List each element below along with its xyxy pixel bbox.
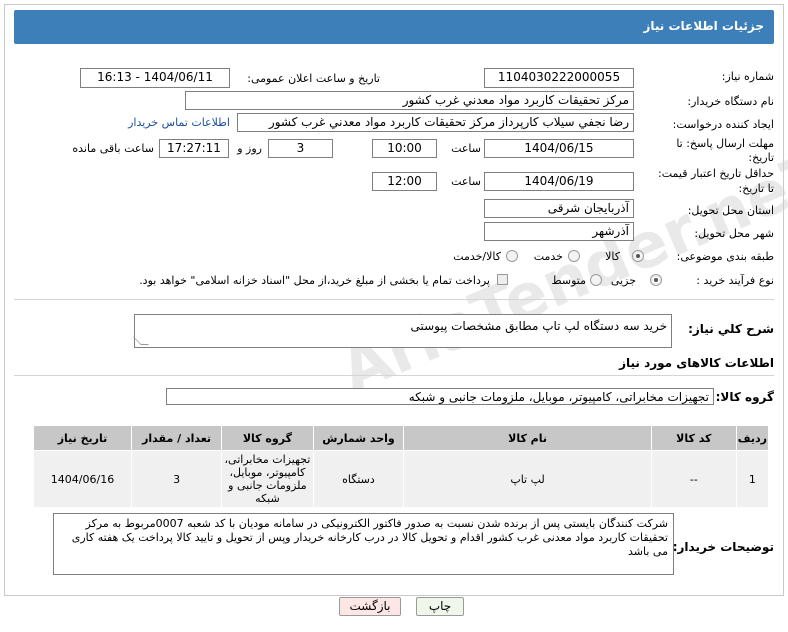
back-button[interactable]: بازگشت (339, 597, 401, 616)
goods-section-title: اطلاعات کالاهای مورد نیاز (619, 356, 774, 370)
need-number-field: 1104030222000055 (484, 68, 634, 88)
deadline-label-date: تاریخ: (748, 151, 774, 164)
print-button[interactable]: چاپ (416, 597, 464, 616)
announce-datetime-field: 1404/06/11 - 16:13 (80, 68, 230, 88)
days-remaining-field: 3 (268, 139, 333, 158)
days-label: روز و (237, 142, 262, 155)
process-radio-medium[interactable] (590, 274, 602, 286)
category-option-goods: کالا (605, 250, 620, 263)
category-radio-goods-service[interactable] (506, 250, 518, 262)
page-title: جزئیات اطلاعات نیاز (643, 19, 764, 33)
remaining-time-field: 17:27:11 (159, 139, 229, 158)
description-label: شرح کلي نياز: (688, 322, 774, 336)
page-title-bar: جزئیات اطلاعات نیاز (14, 10, 774, 44)
goods-table: ردیف کد کالا نام کالا واحد شمارش گروه کا… (33, 425, 770, 508)
deadline-time-label: ساعت (451, 142, 481, 155)
table-header-row: ردیف کد کالا نام کالا واحد شمارش گروه کا… (33, 425, 770, 451)
requester-label: ایجاد کننده درخواست: (672, 118, 774, 131)
category-option-service: خدمت (533, 250, 563, 263)
price-validity-label: حداقل تاریخ اعتبار قیمت: (658, 167, 774, 180)
description-field: خرید سه دستگاه لپ تاپ مطابق مشخصات پیوست… (134, 314, 672, 348)
price-validity-time-field: 12:00 (372, 172, 437, 191)
buyer-notes-field: شرکت کنندگان بایستی پس از برنده شدن نسبت… (53, 513, 674, 575)
city-label: شهر محل تحویل: (694, 227, 774, 240)
column-header-code: کد کالا (650, 425, 737, 451)
remaining-time-label: ساعت باقی مانده (72, 142, 154, 155)
buyer-notes-label: توضیحات خریدار: (672, 540, 774, 554)
buyer-org-field: مرکز تحقیقات کاربرد مواد معدني غرب کشور (185, 91, 634, 110)
divider (14, 299, 774, 300)
announce-label: تاریخ و ساعت اعلان عمومی: (247, 72, 380, 85)
column-header-row: ردیف (735, 425, 770, 451)
category-radio-goods[interactable] (632, 250, 644, 262)
treasury-payment-text: پرداخت تمام یا بخشی از مبلغ خرید،از محل … (139, 274, 490, 287)
cell-group: تجهیزات مخابراتی، کامپیوتر، موبایل، ملزو… (221, 450, 314, 508)
category-radio-service[interactable] (568, 250, 580, 262)
price-validity-label-date: تا تاریخ: (738, 182, 774, 195)
process-radio-minor[interactable] (650, 274, 662, 286)
province-field: آذربایجان شرقی (484, 199, 634, 218)
price-validity-time-label: ساعت (451, 175, 481, 188)
table-row: 1 -- لپ تاپ دستگاه تجهیزات مخابراتی، کام… (33, 450, 770, 508)
goods-group-field: تجهیزات مخابراتی، کامپیوتر، موبایل، ملزو… (166, 388, 714, 405)
process-option-medium: متوسط (551, 274, 586, 287)
price-validity-date-field: 1404/06/19 (484, 172, 634, 191)
column-header-unit: واحد شمارش (312, 425, 405, 451)
cell-code: -- (650, 450, 737, 508)
column-header-name: نام کالا (403, 425, 652, 451)
cell-name: لپ تاپ (403, 450, 652, 508)
goods-group-label: گروه کالا: (715, 390, 774, 404)
city-field: آذرشهر (484, 222, 634, 241)
cell-qty: 3 (130, 450, 223, 508)
deadline-time-field: 10:00 (372, 139, 437, 158)
category-option-goods-service: کالا/خدمت (453, 250, 501, 263)
divider (14, 375, 774, 376)
column-header-date: تاریخ نیاز (33, 425, 132, 451)
province-label: استان محل تحویل: (687, 204, 774, 217)
process-type-label: نوع فرآیند خرید : (696, 274, 774, 287)
deadline-date-field: 1404/06/15 (484, 139, 634, 158)
category-label: طبقه بندی موضوعی: (676, 250, 774, 263)
need-number-label: شماره نیاز: (721, 70, 774, 83)
buyer-org-label: نام دستگاه خریدار: (687, 95, 774, 108)
column-header-qty: تعداد / مقدار (130, 425, 223, 451)
treasury-payment-checkbox[interactable] (497, 274, 508, 285)
column-header-group: گروه کالا (221, 425, 314, 451)
deadline-label: مهلت ارسال پاسخ: تا (676, 137, 774, 150)
process-option-minor: جزیی (610, 274, 636, 287)
cell-row: 1 (735, 450, 770, 508)
requester-field: رضا نجفي سيلاب کارپرداز مرکز تحقیقات کار… (237, 113, 634, 132)
buyer-contact-link[interactable]: اطلاعات تماس خریدار (128, 116, 230, 129)
cell-date: 1404/06/16 (33, 450, 132, 508)
cell-unit: دستگاه (312, 450, 405, 508)
